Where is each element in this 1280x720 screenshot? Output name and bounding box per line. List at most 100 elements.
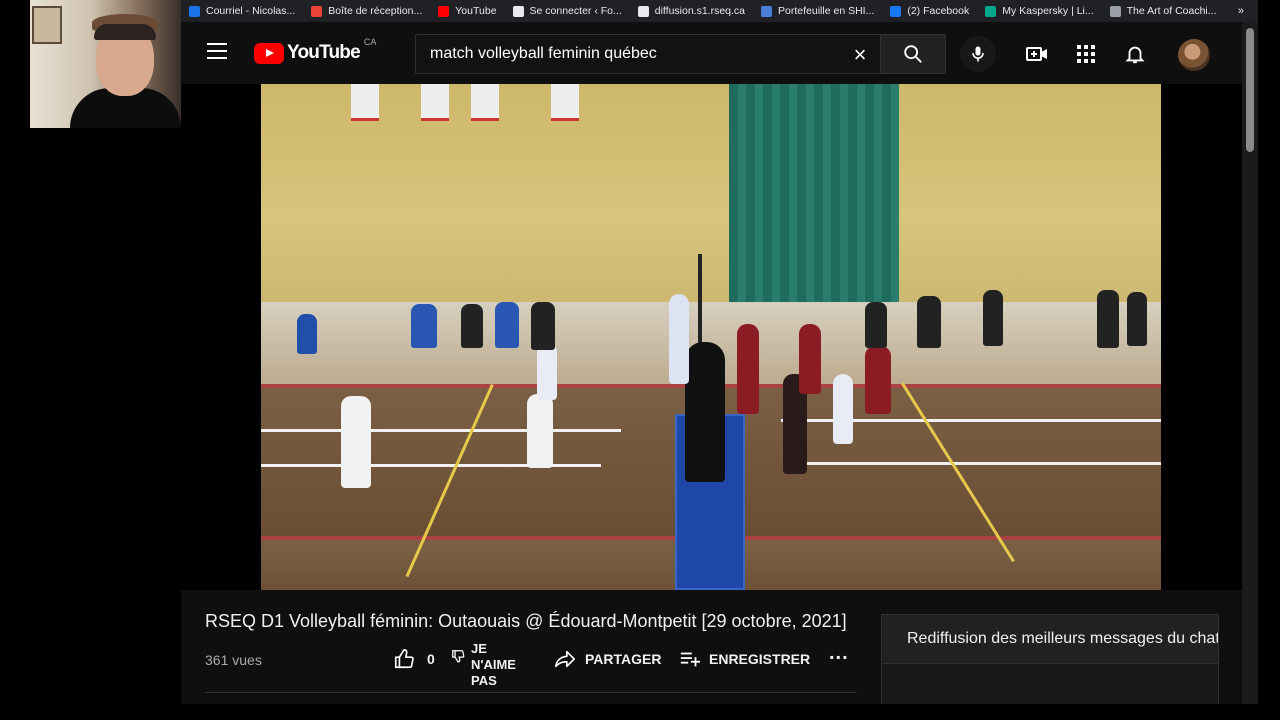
spectator (1127, 292, 1147, 346)
video-title: RSEQ D1 Volleyball féminin: Outaouais @ … (205, 611, 847, 631)
bell-icon (1125, 46, 1145, 64)
player-red (799, 324, 821, 394)
mic-icon (972, 46, 984, 62)
scrollbar-thumb[interactable] (1246, 28, 1254, 152)
youtube-masthead: YouTube CA × (181, 22, 1242, 84)
search-button[interactable] (880, 34, 946, 74)
gym-curtain (729, 84, 899, 304)
dislike-label-line: JE (471, 641, 487, 656)
spectator (495, 302, 519, 348)
bookmark-favicon-icon (890, 5, 902, 17)
player-red (737, 324, 759, 414)
bookmark-label: YouTube (455, 5, 497, 17)
bookmark-label: diffusion.s1.rseq.ca (654, 5, 746, 17)
bookmark-item[interactable]: diffusion.s1.rseq.ca (630, 5, 753, 17)
player-white (341, 396, 371, 488)
country-code: CA (363, 37, 377, 47)
avatar[interactable] (1178, 39, 1210, 71)
dislike-icon (452, 650, 465, 663)
spectator (983, 290, 1003, 346)
youtube-logo[interactable]: YouTube CA (254, 37, 376, 64)
bookmark-favicon-icon (761, 5, 773, 17)
referee (685, 342, 725, 482)
wall-banner (471, 84, 499, 121)
search-input[interactable] (428, 44, 852, 64)
chat-replay-header[interactable]: Rediffusion des meilleurs messages du ch… (882, 615, 1218, 664)
player-red (865, 346, 891, 414)
wall-banner (351, 84, 379, 121)
video-player (181, 84, 1242, 590)
youtube-logo-text: YouTube (287, 42, 361, 63)
bookmarks-bar: Courriel - Nicolas... Boîte de réception.… (181, 0, 1258, 22)
bookmark-label: Courriel - Nicolas... (206, 5, 296, 17)
create-button[interactable] (1024, 41, 1050, 67)
gym-wall (261, 84, 1161, 309)
dislike-label-line: N'AIME (471, 657, 516, 672)
share-label: PARTAGER (585, 651, 662, 667)
browser-page: YouTube CA × (181, 22, 1258, 704)
search-box: × (415, 34, 880, 74)
chat-body (882, 664, 1218, 704)
search-icon (904, 45, 922, 63)
bookmark-item[interactable]: (2) Facebook (882, 5, 977, 17)
apps-button[interactable] (1073, 41, 1099, 67)
bookmark-item[interactable]: Boîte de réception... (303, 5, 430, 17)
bookmark-label: My Kaspersky | Li... (1002, 5, 1094, 17)
share-button[interactable]: PARTAGER (553, 648, 661, 670)
share-icon (555, 650, 575, 668)
like-button[interactable]: 0 (393, 648, 435, 670)
bookmarks-overflow-button[interactable]: » (1238, 5, 1258, 17)
save-button[interactable]: ENREGISTRER (679, 648, 810, 670)
spectator (531, 302, 555, 350)
bookmark-item[interactable]: YouTube (430, 5, 504, 17)
bookmark-favicon-icon (512, 5, 524, 17)
view-count: 361 vues (205, 652, 262, 668)
person-headband (94, 24, 156, 40)
create-video-icon (1026, 47, 1047, 61)
wall-banner (551, 84, 579, 121)
more-icon[interactable]: ... (829, 642, 849, 665)
spectator (297, 314, 317, 354)
menu-icon[interactable] (207, 43, 227, 61)
close-icon[interactable]: × (848, 43, 872, 67)
wall-banner (421, 84, 449, 121)
save-playlist-icon (680, 652, 701, 667)
bookmark-label: Boîte de réception... (328, 5, 423, 17)
spectator (411, 304, 437, 348)
bookmark-item[interactable]: Se connecter ‹ Fo... (505, 5, 630, 17)
bookmark-favicon-icon (189, 5, 200, 17)
spectator (917, 296, 941, 348)
bookmark-favicon-icon (985, 5, 997, 17)
scrollbar[interactable] (1242, 22, 1258, 704)
player-white (833, 374, 853, 444)
bookmark-item[interactable]: My Kaspersky | Li... (977, 5, 1101, 17)
bookmark-item[interactable]: Courriel - Nicolas... (181, 5, 303, 17)
court-line (261, 429, 621, 432)
apps-icon (1077, 45, 1095, 63)
bookmark-label: The Art of Coachi... (1126, 5, 1217, 17)
bookmark-item[interactable]: The Art of Coachi... (1102, 5, 1225, 17)
wall-picture-frame (32, 6, 62, 44)
like-count: 0 (427, 651, 435, 667)
player-white (537, 342, 557, 400)
bookmark-label: Se connecter ‹ Fo... (529, 5, 622, 17)
youtube-logo-icon (254, 42, 284, 64)
like-icon (394, 649, 414, 669)
dislike-label: JE N'AIME PAS (471, 641, 516, 689)
bookmark-label: Portefeuille en SHI... (778, 5, 875, 17)
bookmark-favicon-icon (311, 5, 323, 17)
spectator (1097, 290, 1119, 348)
save-label: ENREGISTRER (709, 651, 811, 667)
dislike-button[interactable]: JE N'AIME PAS (451, 641, 516, 689)
voice-search-button[interactable] (960, 36, 996, 72)
chat-replay-panel: Rediffusion des meilleurs messages du ch… (881, 614, 1219, 704)
divider (205, 692, 857, 693)
bookmark-label: (2) Facebook (907, 5, 970, 17)
notifications-button[interactable] (1122, 41, 1148, 67)
bookmark-item[interactable]: Portefeuille en SHI... (753, 5, 882, 17)
search-bar: × (415, 34, 946, 74)
court-line (801, 462, 1161, 465)
video-frame[interactable] (261, 84, 1161, 590)
spectator (461, 304, 483, 348)
player-white (669, 294, 689, 384)
